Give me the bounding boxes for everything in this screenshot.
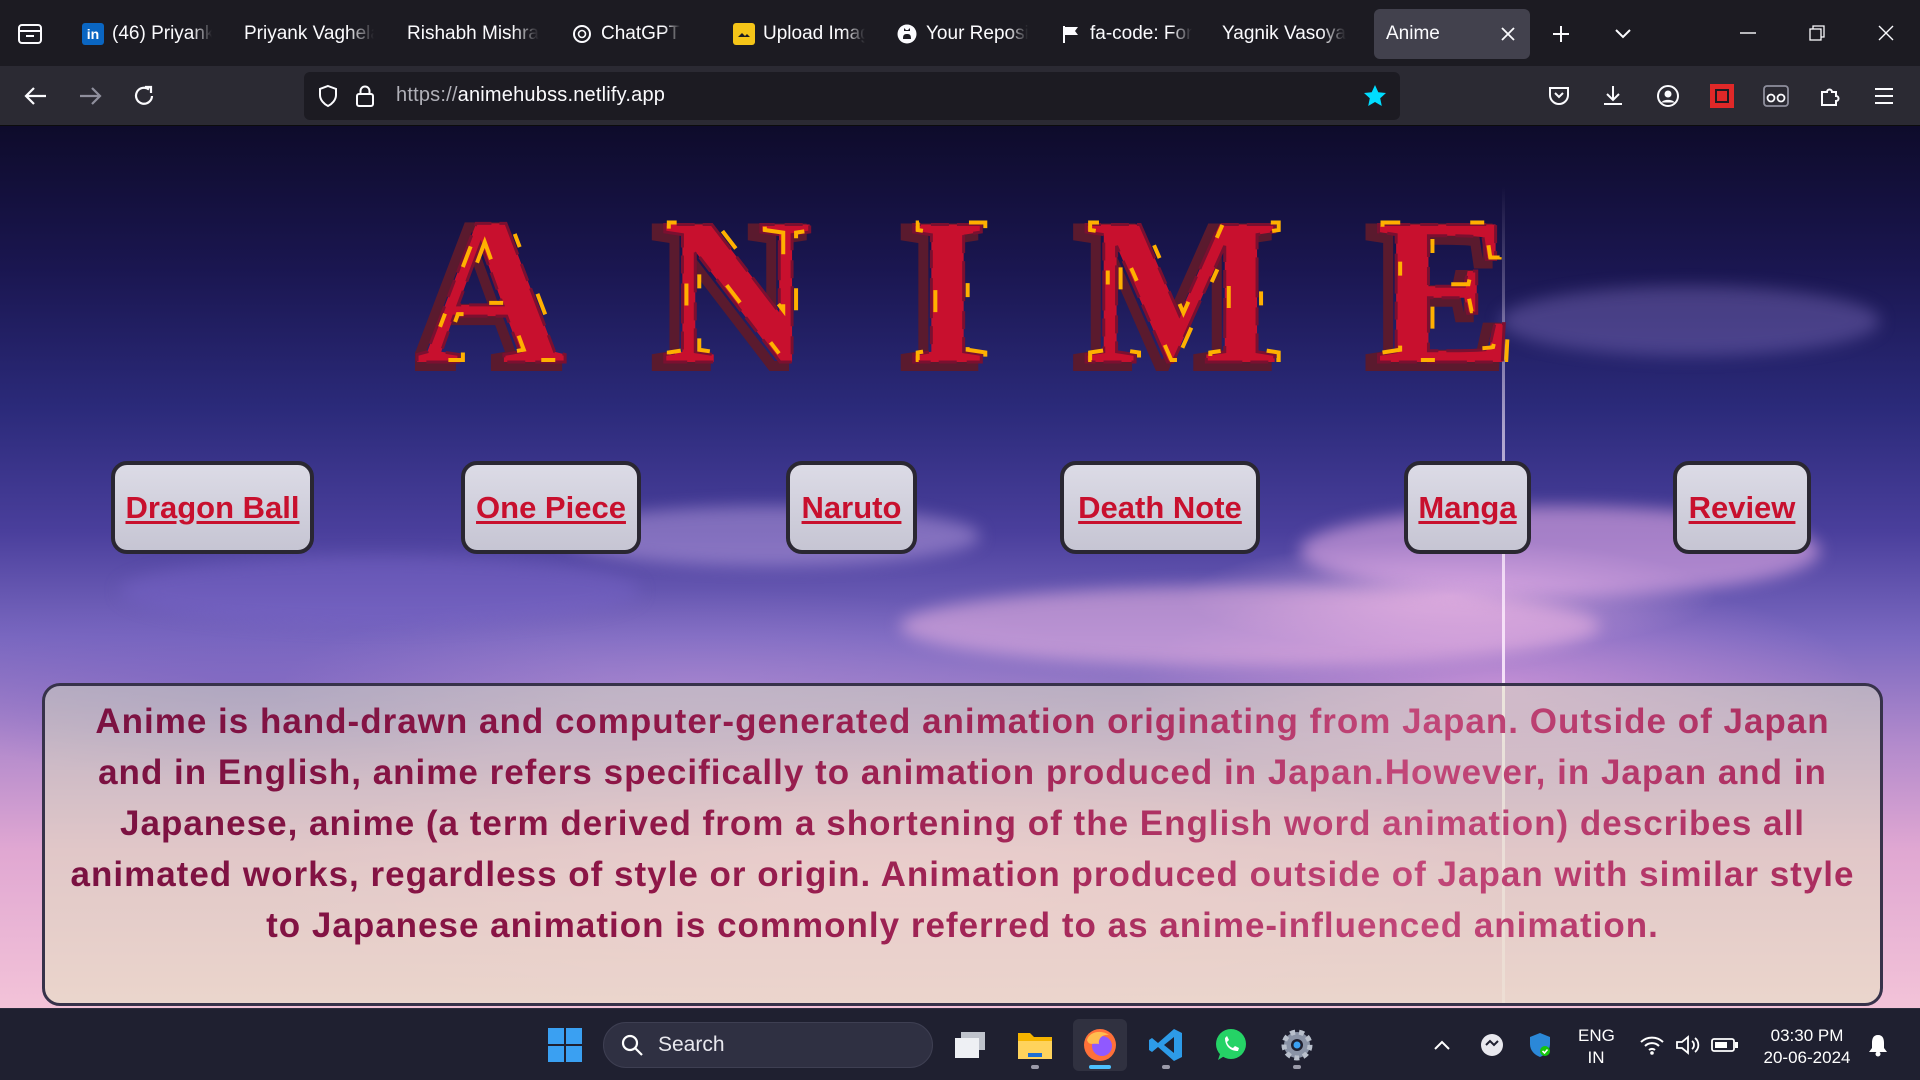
whatsapp-icon[interactable] (1204, 1019, 1258, 1071)
cloud (1500, 286, 1880, 356)
nav-link-death-note[interactable]: Death Note (1078, 490, 1242, 526)
bookmark-star-icon[interactable] (1362, 83, 1388, 114)
tab-rishabh-mishra[interactable]: Rishabh Mishra | (407, 9, 539, 59)
url-protocol: https:// (396, 84, 458, 106)
close-tab-icon[interactable] (1496, 22, 1520, 46)
anime-page: ANIME ANIME ANIME Dragon Ball One Piece … (0, 126, 1920, 1008)
tab-priyank-vaghela[interactable]: Priyank Vaghela (244, 9, 374, 59)
running-indicator (1293, 1065, 1301, 1069)
reload-icon[interactable] (124, 76, 164, 116)
tray-app-icon[interactable] (1478, 1031, 1506, 1059)
nav-button-manga[interactable]: Manga (1404, 461, 1531, 554)
tab-title: Yagnik Vasoya (1222, 23, 1346, 44)
windows-taskbar: Search ENG IN 03:30 PM 20-06-2024 (0, 1008, 1920, 1080)
reader-glasses-icon[interactable] (1756, 76, 1796, 116)
nav-link-one-piece[interactable]: One Piece (476, 490, 626, 526)
tab-anime[interactable]: Anime (1374, 9, 1530, 59)
tab-yagnik-vasoya[interactable]: Yagnik Vasoya (1222, 9, 1352, 59)
restore-icon[interactable] (1793, 10, 1841, 56)
search-icon (621, 1034, 643, 1056)
pocket-icon[interactable] (1539, 76, 1579, 116)
extensions-puzzle-icon[interactable] (1810, 76, 1850, 116)
nav-button-one-piece[interactable]: One Piece (461, 461, 641, 554)
taskbar-search-box[interactable]: Search (603, 1022, 933, 1068)
settings-icon[interactable] (1270, 1019, 1324, 1071)
extension-red-icon[interactable] (1702, 76, 1742, 116)
tracking-protection-shield-icon[interactable] (316, 84, 340, 113)
nav-link-dragon-ball[interactable]: Dragon Ball (126, 490, 300, 526)
cloud (900, 586, 1600, 666)
firefox-view-icon[interactable] (12, 16, 48, 52)
nav-button-death-note[interactable]: Death Note (1060, 461, 1260, 554)
tab-linkedin[interactable]: in (46) Priyank (82, 9, 212, 59)
browser-toolbar: https://animehubss.netlify.app (0, 66, 1920, 126)
running-indicator (1031, 1065, 1039, 1069)
file-explorer-icon[interactable] (1008, 1019, 1062, 1071)
address-bar[interactable]: https://animehubss.netlify.app (304, 72, 1400, 120)
browser-tab-strip: in (46) Priyank Priyank Vaghela Rishabh … (0, 0, 1920, 66)
forward-arrow-icon[interactable] (70, 76, 110, 116)
windows-security-shield-icon[interactable] (1526, 1031, 1554, 1059)
running-indicator (1162, 1065, 1170, 1069)
linkedin-icon: in (82, 23, 104, 45)
description-box: Anime is hand-drawn and computer-generat… (42, 683, 1883, 1006)
nav-button-dragon-ball[interactable]: Dragon Ball (111, 461, 314, 554)
tab-title: (46) Priyank (112, 23, 212, 44)
nav-button-review[interactable]: Review (1673, 461, 1811, 554)
anime-description: Anime is hand-drawn and computer-generat… (59, 696, 1866, 951)
hamburger-menu-icon[interactable] (1864, 76, 1904, 116)
github-icon (896, 23, 918, 45)
clock-date: 20-06-2024 (1763, 1048, 1851, 1067)
anime-title-logo: ANIME ANIME ANIME (415, 184, 1515, 384)
upload-image-icon (733, 23, 755, 45)
nav-button-naruto[interactable]: Naruto (786, 461, 917, 554)
language-code: ENG (1578, 1026, 1615, 1045)
vscode-icon[interactable] (1139, 1019, 1193, 1071)
tab-fa-code[interactable]: fa-code: Font (1060, 9, 1192, 59)
chatgpt-icon (571, 23, 593, 45)
tab-title: fa-code: Font (1090, 23, 1192, 44)
tab-title: Anime (1386, 23, 1440, 44)
firefox-icon[interactable] (1073, 1019, 1127, 1071)
nav-link-review[interactable]: Review (1689, 490, 1796, 526)
new-tab-icon[interactable] (1541, 14, 1581, 54)
active-indicator (1089, 1065, 1111, 1069)
language-indicator[interactable]: ENG IN (1578, 1025, 1615, 1069)
nav-link-naruto[interactable]: Naruto (802, 490, 902, 526)
nav-link-manga[interactable]: Manga (1418, 490, 1516, 526)
tab-github-repositories[interactable]: Your Reposito (896, 9, 1028, 59)
url-text[interactable]: https://animehubss.netlify.app (396, 84, 665, 107)
tray-overflow-chevron-up-icon[interactable] (1428, 1031, 1456, 1059)
tab-upload-image[interactable]: Upload Image (733, 9, 865, 59)
notification-bell-icon[interactable] (1864, 1031, 1892, 1059)
language-region: IN (1587, 1048, 1605, 1067)
tab-title: Your Reposito (926, 23, 1028, 44)
account-icon[interactable] (1648, 76, 1688, 116)
search-label: Search (658, 1033, 725, 1056)
minimize-icon[interactable] (1724, 10, 1772, 56)
clock[interactable]: 03:30 PM 20-06-2024 (1752, 1025, 1862, 1069)
windows-start-icon[interactable] (538, 1019, 592, 1071)
flag-icon (1060, 23, 1082, 45)
wifi-icon[interactable] (1638, 1031, 1666, 1059)
battery-icon[interactable] (1711, 1031, 1739, 1059)
tab-title: Upload Image (763, 23, 865, 44)
title-accent-layer: ANIME (419, 184, 1515, 384)
downloads-icon[interactable] (1593, 76, 1633, 116)
tab-title: ChatGPT (601, 23, 681, 44)
back-arrow-icon[interactable] (16, 76, 56, 116)
lock-icon[interactable] (354, 84, 376, 113)
close-window-icon[interactable] (1862, 10, 1910, 56)
volume-icon[interactable] (1674, 1031, 1702, 1059)
tab-chatgpt[interactable]: ChatGPT (571, 9, 701, 59)
tab-title: Priyank Vaghela (244, 23, 374, 44)
tab-title: Rishabh Mishra | (407, 23, 539, 44)
chevron-down-icon[interactable] (1603, 14, 1643, 54)
url-host: animehubss.netlify.app (457, 84, 666, 106)
task-view-icon[interactable] (943, 1019, 997, 1071)
clock-time: 03:30 PM (1770, 1026, 1844, 1045)
cloud (120, 556, 640, 626)
